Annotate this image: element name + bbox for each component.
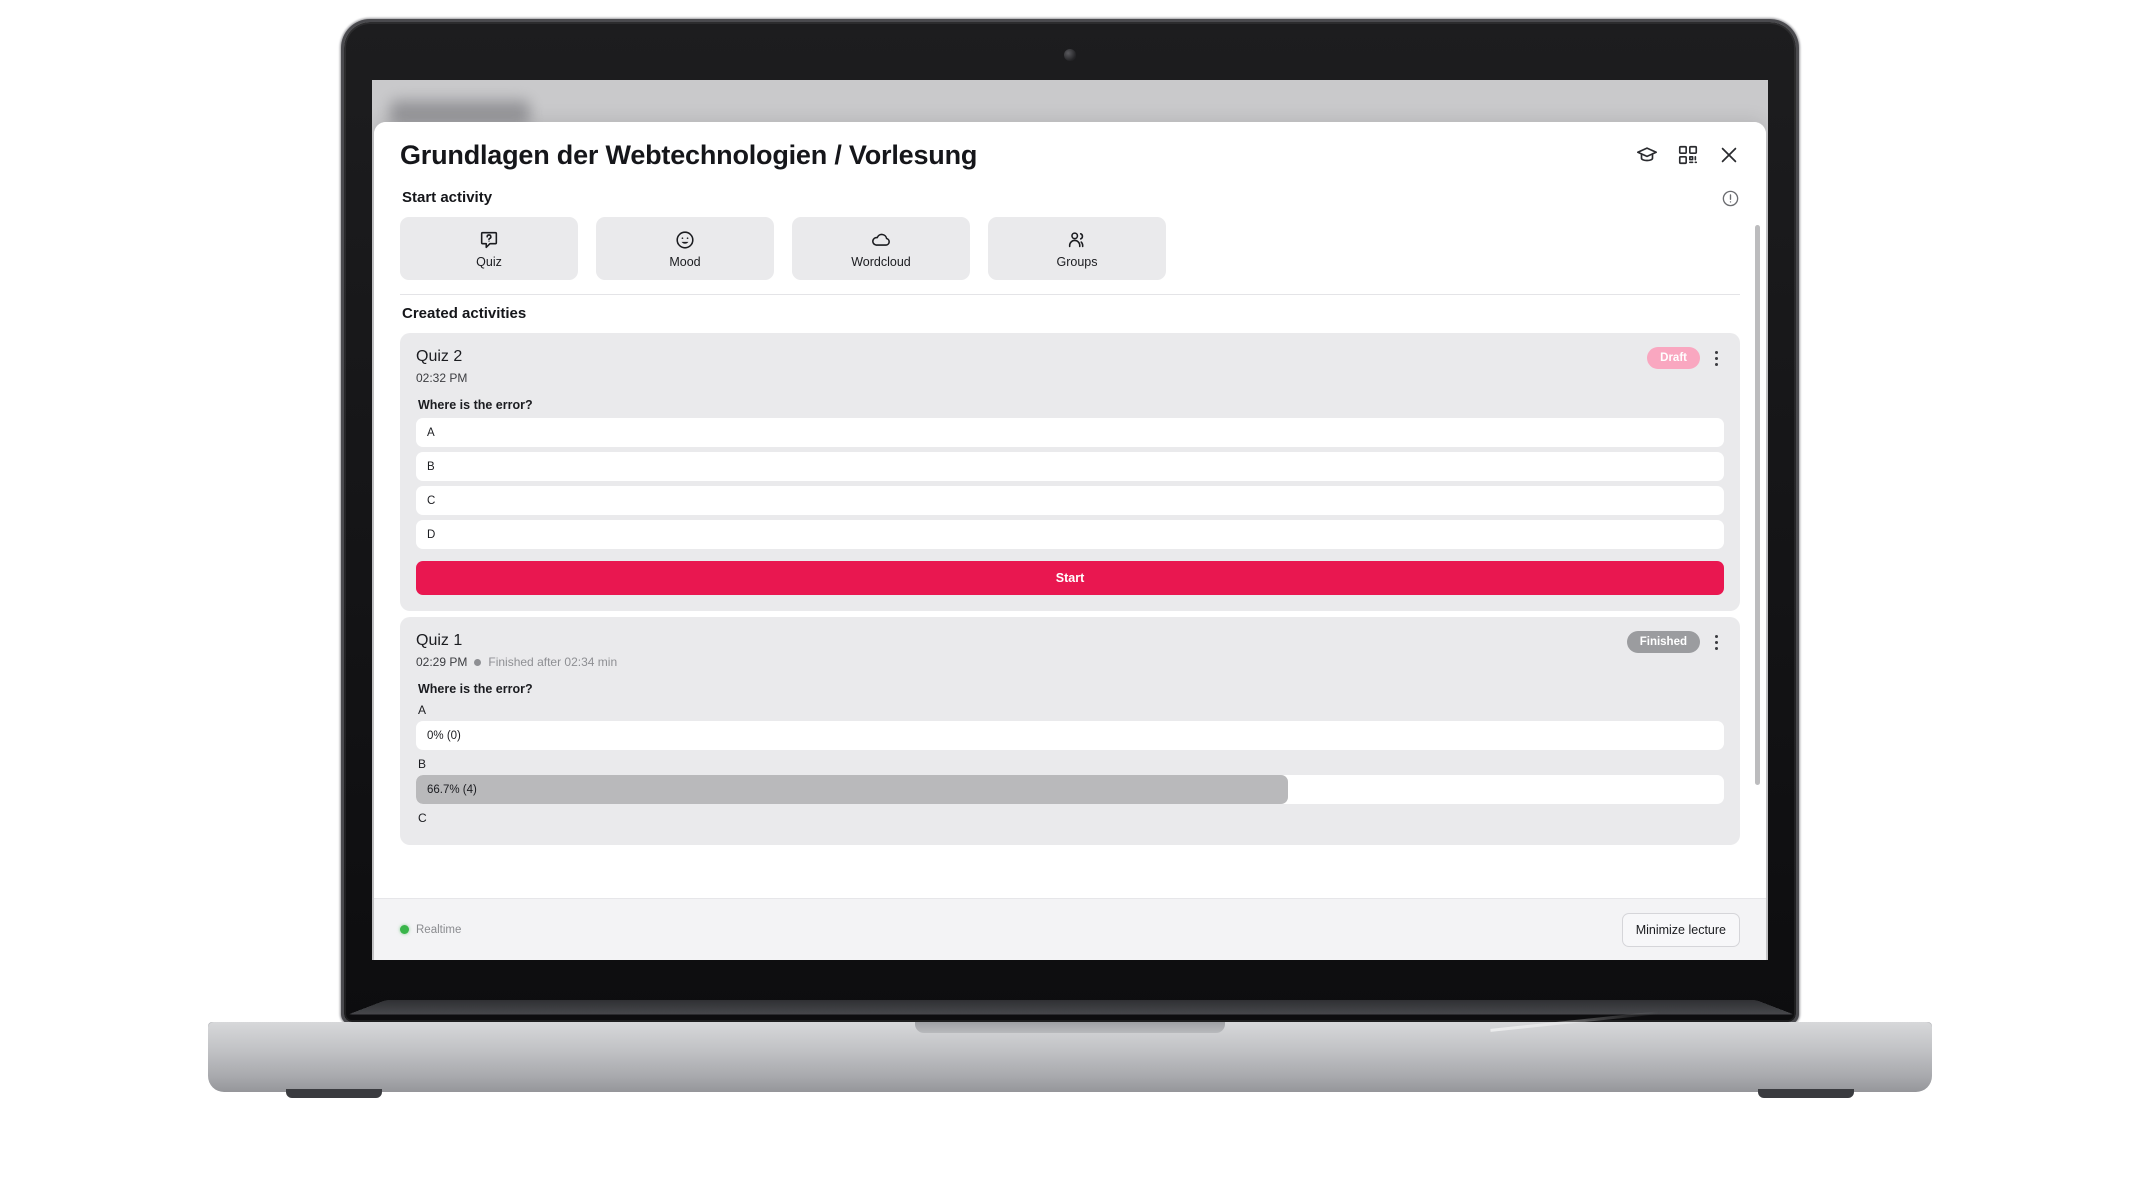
card-time: 02:32 PM [416, 371, 468, 386]
card-header: Quiz 2 02:32 PM Draft [416, 347, 1724, 385]
cloud-icon [870, 229, 892, 251]
realtime-status-dot [400, 925, 409, 934]
start-quiz-button[interactable]: Start [416, 561, 1724, 596]
qr-code-icon[interactable] [1677, 144, 1699, 166]
quiz-option[interactable]: B [416, 452, 1724, 482]
result-option-label: C [418, 811, 427, 826]
screenshot-stage: Grundlagen der Webtechnologien / Vorlesu… [0, 0, 2140, 1203]
page-title: Grundlagen der Webtechnologien / Vorlesu… [400, 140, 978, 170]
activity-button-grid: Quiz Mood Wordcloud Groups [400, 217, 1721, 281]
section-divider [400, 294, 1740, 296]
groups-people-icon [1066, 229, 1088, 251]
activity-button-quiz[interactable]: Quiz [400, 217, 578, 281]
realtime-status: Realtime [400, 924, 461, 936]
activity-label-quiz: Quiz [476, 254, 502, 269]
result-bar: 66.7% (4) [416, 775, 1724, 805]
quiz-options-list: A B C D [416, 418, 1724, 550]
laptop-foot-left [286, 1089, 382, 1098]
modal-body: Start activity Quiz Mood Wordcloud Group… [374, 179, 1766, 898]
quiz-option[interactable]: C [416, 486, 1724, 516]
laptop-screen: Grundlagen der Webtechnologien / Vorlesu… [372, 80, 1768, 960]
meta-separator-dot [474, 658, 482, 666]
vertical-scrollbar[interactable] [1755, 225, 1760, 786]
laptop-keyboard [348, 1000, 1794, 1015]
card-title: Quiz 2 [416, 348, 463, 366]
minimize-lecture-button[interactable]: Minimize lecture [1621, 912, 1740, 947]
activity-label-groups: Groups [1056, 254, 1098, 269]
created-activities-label: Created activities [402, 305, 527, 323]
result-bar-value: 66.7% (4) [427, 783, 477, 796]
activity-button-wordcloud[interactable]: Wordcloud [792, 217, 970, 281]
mood-smiley-icon [674, 229, 696, 251]
card-title: Quiz 1 [416, 632, 463, 650]
card-finished-info: Finished after 02:34 min [488, 655, 618, 670]
result-option-label: B [418, 757, 427, 772]
activity-button-groups[interactable]: Groups [988, 217, 1166, 281]
card-header: Quiz 1 02:29 PM Finished after 02:34 min… [416, 631, 1724, 669]
more-options-icon[interactable] [1708, 632, 1724, 652]
card-meta: 02:32 PM [416, 371, 467, 385]
activity-button-mood[interactable]: Mood [596, 217, 774, 281]
quiz-option[interactable]: D [416, 520, 1724, 550]
card-time: 02:29 PM [416, 655, 468, 670]
activity-card-quiz-1: Quiz 1 02:29 PM Finished after 02:34 min… [400, 617, 1740, 846]
more-options-icon[interactable] [1708, 348, 1724, 368]
activity-label-wordcloud: Wordcloud [851, 254, 911, 269]
start-activity-section: Start activity Quiz Mood Wordcloud Group… [400, 179, 1740, 281]
close-icon[interactable] [1718, 144, 1740, 166]
card-actions: Draft [1647, 347, 1724, 370]
status-badge: Finished [1626, 631, 1700, 654]
quiz-question: Where is the error? [418, 682, 533, 697]
quiz-bubble-question-icon [478, 229, 500, 251]
modal-header: Grundlagen der Webtechnologien / Vorlesu… [374, 122, 1766, 180]
quiz-option[interactable]: A [416, 418, 1724, 448]
result-option-label: A [418, 703, 427, 718]
laptop-base-notch [915, 1022, 1225, 1033]
quiz-question: Where is the error? [418, 398, 533, 413]
card-actions: Finished [1626, 631, 1724, 654]
header-icon-group [1636, 140, 1740, 166]
status-badge: Draft [1647, 347, 1700, 370]
result-bar: 0% (0) [416, 721, 1724, 751]
webcam-icon [1064, 49, 1076, 61]
modal-footer: Realtime Minimize lecture [374, 898, 1766, 960]
lecture-modal: Grundlagen der Webtechnologien / Vorlesu… [374, 122, 1766, 960]
info-circle-icon[interactable] [1721, 189, 1740, 208]
laptop-foot-right [1758, 1089, 1854, 1098]
result-bar-value: 0% (0) [427, 729, 461, 742]
activity-card-quiz-2: Quiz 2 02:32 PM Draft Where is the error… [400, 333, 1740, 612]
activity-label-mood: Mood [669, 254, 701, 269]
card-meta: 02:29 PM Finished after 02:34 min [416, 655, 617, 669]
realtime-label: Realtime [416, 923, 462, 936]
start-activity-label: Start activity [402, 189, 493, 207]
scroll-fade [374, 872, 1766, 898]
graduation-cap-icon[interactable] [1636, 144, 1658, 166]
quiz-results-list: A 0% (0) B 66.7% (4) C [416, 703, 1724, 825]
